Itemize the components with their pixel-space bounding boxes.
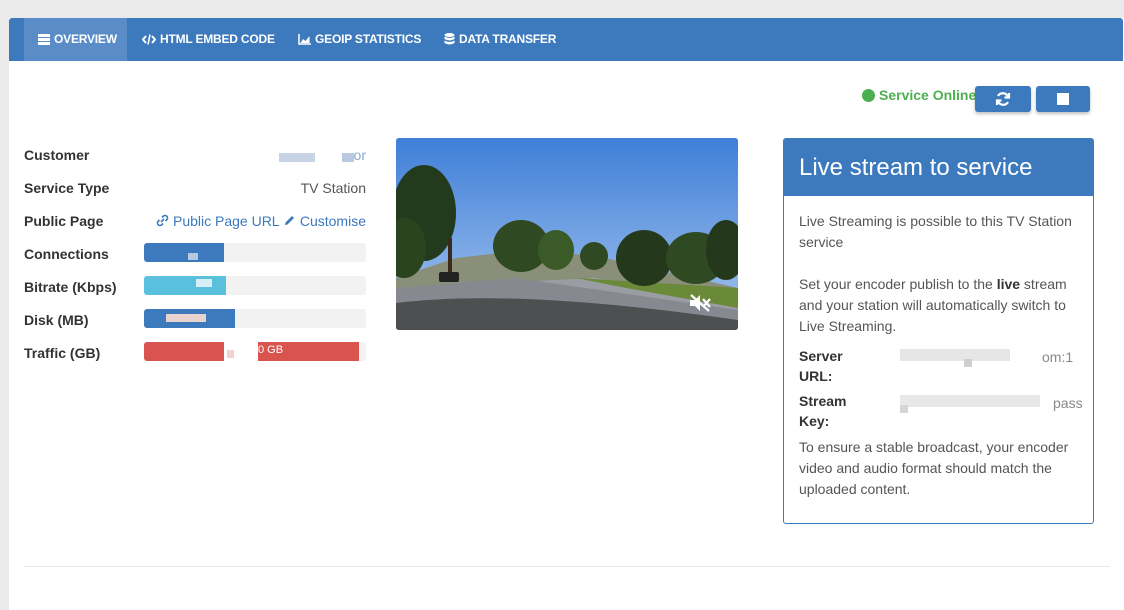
- area-chart-icon: [298, 34, 311, 45]
- live-stream-note: To ensure a stable broadcast, your encod…: [799, 439, 1069, 497]
- tab-data-transfer[interactable]: DATA TRANSFER: [430, 18, 570, 61]
- volume-mute-icon[interactable]: [689, 293, 711, 313]
- video-frame: [396, 138, 738, 330]
- public-page-url-text: Public Page URL: [172, 213, 280, 229]
- customise-link[interactable]: Customise: [283, 213, 366, 229]
- tab-overview-label: OVERVIEW: [54, 32, 117, 46]
- live-stream-intro: Live Streaming is possible to this TV St…: [799, 213, 1072, 250]
- service-status-text: Service Online: [879, 87, 977, 103]
- redaction-pixel: [166, 314, 206, 322]
- refresh-button[interactable]: [975, 86, 1031, 112]
- redaction-pixel: [196, 279, 212, 287]
- disk-label: Disk (MB): [24, 312, 89, 328]
- live-stream-instructions: Set your encoder publish to the live str…: [799, 274, 1084, 337]
- database-icon: [444, 33, 455, 45]
- server-url-label: Server URL:: [799, 348, 843, 384]
- redaction-pixel: [964, 359, 972, 367]
- service-type-value: TV Station: [300, 180, 366, 196]
- live-stream-card-title: Live stream to service: [784, 139, 1093, 196]
- section-divider: [24, 566, 1110, 567]
- redaction-pixel: [900, 405, 908, 413]
- tab-geoip-statistics[interactable]: GEOIP STATISTICS: [284, 18, 435, 61]
- list-icon: [38, 34, 50, 45]
- redaction-pixel: [188, 253, 198, 260]
- traffic-label: Traffic (GB): [24, 345, 101, 361]
- customer-value: or: [353, 147, 366, 163]
- server-url-value: om:1: [1042, 349, 1074, 365]
- tab-data-transfer-label: DATA TRANSFER: [459, 32, 557, 46]
- bitrate-bar: [144, 276, 366, 295]
- public-page-label: Public Page: [24, 213, 104, 229]
- refresh-icon: [995, 92, 1011, 106]
- public-page-url-link[interactable]: Public Page URL: [156, 213, 283, 229]
- connections-bar-fill: [144, 243, 224, 262]
- pencil-icon: [284, 216, 294, 225]
- tab-html-embed-code[interactable]: HTML EMBED CODE: [128, 18, 289, 61]
- status-dot-icon: [862, 89, 875, 102]
- customer-label: Customer: [24, 147, 90, 163]
- public-page-links: Public Page URL Customise: [156, 213, 366, 229]
- bitrate-label: Bitrate (Kbps): [24, 279, 117, 295]
- redaction-block: [131, 262, 258, 270]
- service-status: Service Online: [862, 87, 976, 103]
- instructions-bold: live: [996, 276, 1021, 292]
- connections-label: Connections: [24, 246, 109, 262]
- customer-redacted-part: [342, 153, 354, 162]
- live-stream-card: Live stream to service Live Streaming is…: [783, 138, 1094, 524]
- redaction-pixel: [227, 350, 234, 358]
- tab-overview[interactable]: OVERVIEW: [24, 18, 127, 61]
- tab-html-embed-code-label: HTML EMBED CODE: [160, 32, 275, 46]
- instructions-part-1: Set your encoder publish to the: [799, 276, 997, 292]
- code-icon: [141, 34, 157, 45]
- tab-navbar: OVERVIEW HTML EMBED CODE GEOIP STATISTIC…: [9, 18, 1123, 61]
- link-icon: [156, 214, 169, 227]
- customer-redacted: [279, 153, 315, 162]
- stream-key-redacted: [900, 395, 1040, 407]
- connections-bar: [144, 243, 366, 262]
- stop-icon: [1057, 93, 1069, 105]
- tab-geoip-statistics-label: GEOIP STATISTICS: [315, 32, 422, 46]
- customise-text: Customise: [299, 213, 366, 229]
- video-player[interactable]: [396, 138, 738, 330]
- stop-button[interactable]: [1036, 86, 1090, 112]
- stream-key-value: pass: [1053, 395, 1083, 411]
- bitrate-bar-fill: [144, 276, 227, 295]
- redaction-block: [131, 330, 258, 338]
- redaction-block: [131, 297, 258, 305]
- server-url-redacted: [900, 349, 1010, 361]
- stream-key-label: Stream Key:: [799, 393, 847, 429]
- redaction-block: [131, 362, 259, 400]
- service-type-label: Service Type: [24, 180, 110, 196]
- traffic-bar-text: 0 GB: [258, 344, 284, 356]
